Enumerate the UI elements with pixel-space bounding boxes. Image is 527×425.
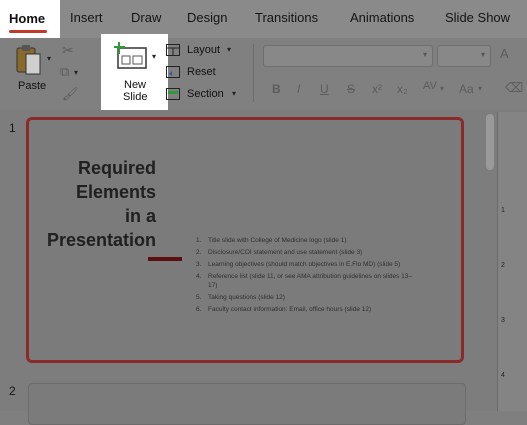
layout-icon (166, 44, 180, 56)
format-painter-icon[interactable]: 🖌 (62, 86, 79, 102)
new-slide-label-line1: New (124, 79, 147, 91)
ribbon-divider (253, 44, 254, 102)
new-slide-chevron-down-icon[interactable]: ▾ (152, 52, 156, 61)
layout-label: Layout (187, 44, 221, 56)
list-item-number: 6. (196, 306, 202, 313)
tab-home-underline (9, 30, 47, 33)
new-slide-icon (114, 42, 147, 69)
character-spacing-chevron-down-icon[interactable]: ▾ (440, 84, 444, 93)
clipboard-icon (16, 45, 41, 75)
section-icon (166, 88, 180, 100)
new-slide-label-line2: Slide (123, 91, 148, 103)
slide-number-1: 1 (9, 121, 16, 135)
tab-design[interactable]: Design (187, 10, 227, 25)
list-item: 1. Title slide with College of Medicine l… (196, 236, 416, 245)
ruler-label-4: 4 (501, 372, 505, 379)
font-size-chevron-down-icon: ▾ (480, 50, 485, 59)
ruler-label-1: 1 (501, 207, 505, 214)
ruler-label-2: 2 (501, 262, 505, 269)
layout-button[interactable]: Layout ▾ (166, 42, 238, 58)
font-size-dropdown[interactable]: ▾ (437, 45, 491, 67)
list-item-number: 3. (196, 261, 202, 268)
cut-icon[interactable]: ✂ (62, 42, 74, 59)
paste-button[interactable]: ▾ Paste (12, 42, 56, 94)
list-item-text: Reference list (slide 11, or see AMA att… (208, 273, 413, 289)
reset-button[interactable]: Reset (166, 64, 226, 80)
list-item-text: Learning objectives (should match object… (208, 261, 401, 268)
slide-title-line: Elements (75, 182, 156, 202)
list-item-text: Taking questions (slide 12) (208, 294, 285, 301)
underline-button[interactable]: U (320, 82, 329, 96)
change-case-chevron-down-icon[interactable]: ▾ (478, 84, 482, 93)
list-item: 4. Reference list (slide 11, or see AMA a… (196, 272, 416, 290)
slide-title-line: Presentation (46, 230, 156, 250)
reset-icon (166, 66, 180, 78)
layout-chevron-down-icon: ▾ (227, 45, 232, 54)
bold-button[interactable]: B (272, 82, 281, 96)
paste-chevron-down-icon[interactable]: ▾ (47, 54, 51, 63)
list-item: 2. Disclosure/COI statement and use state… (196, 248, 416, 257)
list-item-number: 2. (196, 249, 202, 256)
tab-home[interactable]: Home (9, 11, 45, 26)
tab-insert[interactable]: Insert (70, 10, 103, 25)
title-accent-bar (148, 257, 182, 261)
list-item: 5. Taking questions (slide 12) (196, 293, 416, 302)
strikethrough-button[interactable]: S (347, 82, 355, 96)
increase-font-size-icon[interactable]: A (500, 46, 509, 61)
slide-bullet-list: 1. Title slide with College of Medicine l… (196, 236, 416, 317)
tab-slide-show[interactable]: Slide Show (445, 10, 510, 25)
section-label: Section (187, 88, 224, 100)
list-item-number: 4. (196, 273, 202, 280)
list-item: 6. Faculty contact information: Email, of… (196, 305, 416, 314)
font-name-chevron-down-icon: ▾ (422, 50, 427, 59)
list-item-number: 5. (196, 294, 202, 301)
slide-title-line: in a (124, 206, 156, 226)
list-item-text: Disclosure/COI statement and use stateme… (208, 249, 363, 256)
change-case-button[interactable]: Aa (459, 82, 474, 96)
section-chevron-down-icon: ▾ (232, 89, 237, 98)
reset-label: Reset (187, 66, 216, 78)
ruler-label-3: 3 (501, 317, 505, 324)
subscript-button[interactable]: x₂ (397, 82, 408, 96)
tab-draw[interactable]: Draw (131, 10, 161, 25)
list-item-text: Faculty contact information: Email, offi… (208, 306, 372, 313)
font-name-dropdown[interactable]: ▾ (263, 45, 433, 67)
copy-icon[interactable]: ⧉ (60, 64, 69, 80)
ribbon-tab-bar: Home Insert Draw Design Transitions Anim… (0, 0, 527, 38)
tab-transitions[interactable]: Transitions (255, 10, 318, 25)
slide-number-2: 2 (9, 384, 16, 398)
section-button[interactable]: Section ▾ (166, 86, 244, 102)
slide-title: Required Elements in a Presentation (34, 156, 156, 252)
paste-label: Paste (18, 80, 47, 92)
vertical-scrollbar[interactable] (486, 114, 494, 170)
clear-formatting-icon[interactable]: ⌫ (505, 80, 523, 96)
list-item: 3. Learning objectives (should match obje… (196, 260, 416, 269)
list-item-number: 1. (196, 237, 202, 244)
copy-chevron-down-icon[interactable]: ▾ (74, 68, 78, 77)
slide-thumbnail-2[interactable] (28, 383, 466, 425)
list-item-text: Title slide with College of Medicine log… (208, 237, 347, 244)
tab-animations[interactable]: Animations (350, 10, 414, 25)
new-slide-button[interactable]: ▾ New Slide (101, 34, 168, 110)
slide-title-line: Required (77, 158, 156, 178)
superscript-button[interactable]: x² (372, 82, 382, 96)
character-spacing-button[interactable]: AV (423, 80, 437, 92)
italic-button[interactable]: I (297, 82, 300, 96)
